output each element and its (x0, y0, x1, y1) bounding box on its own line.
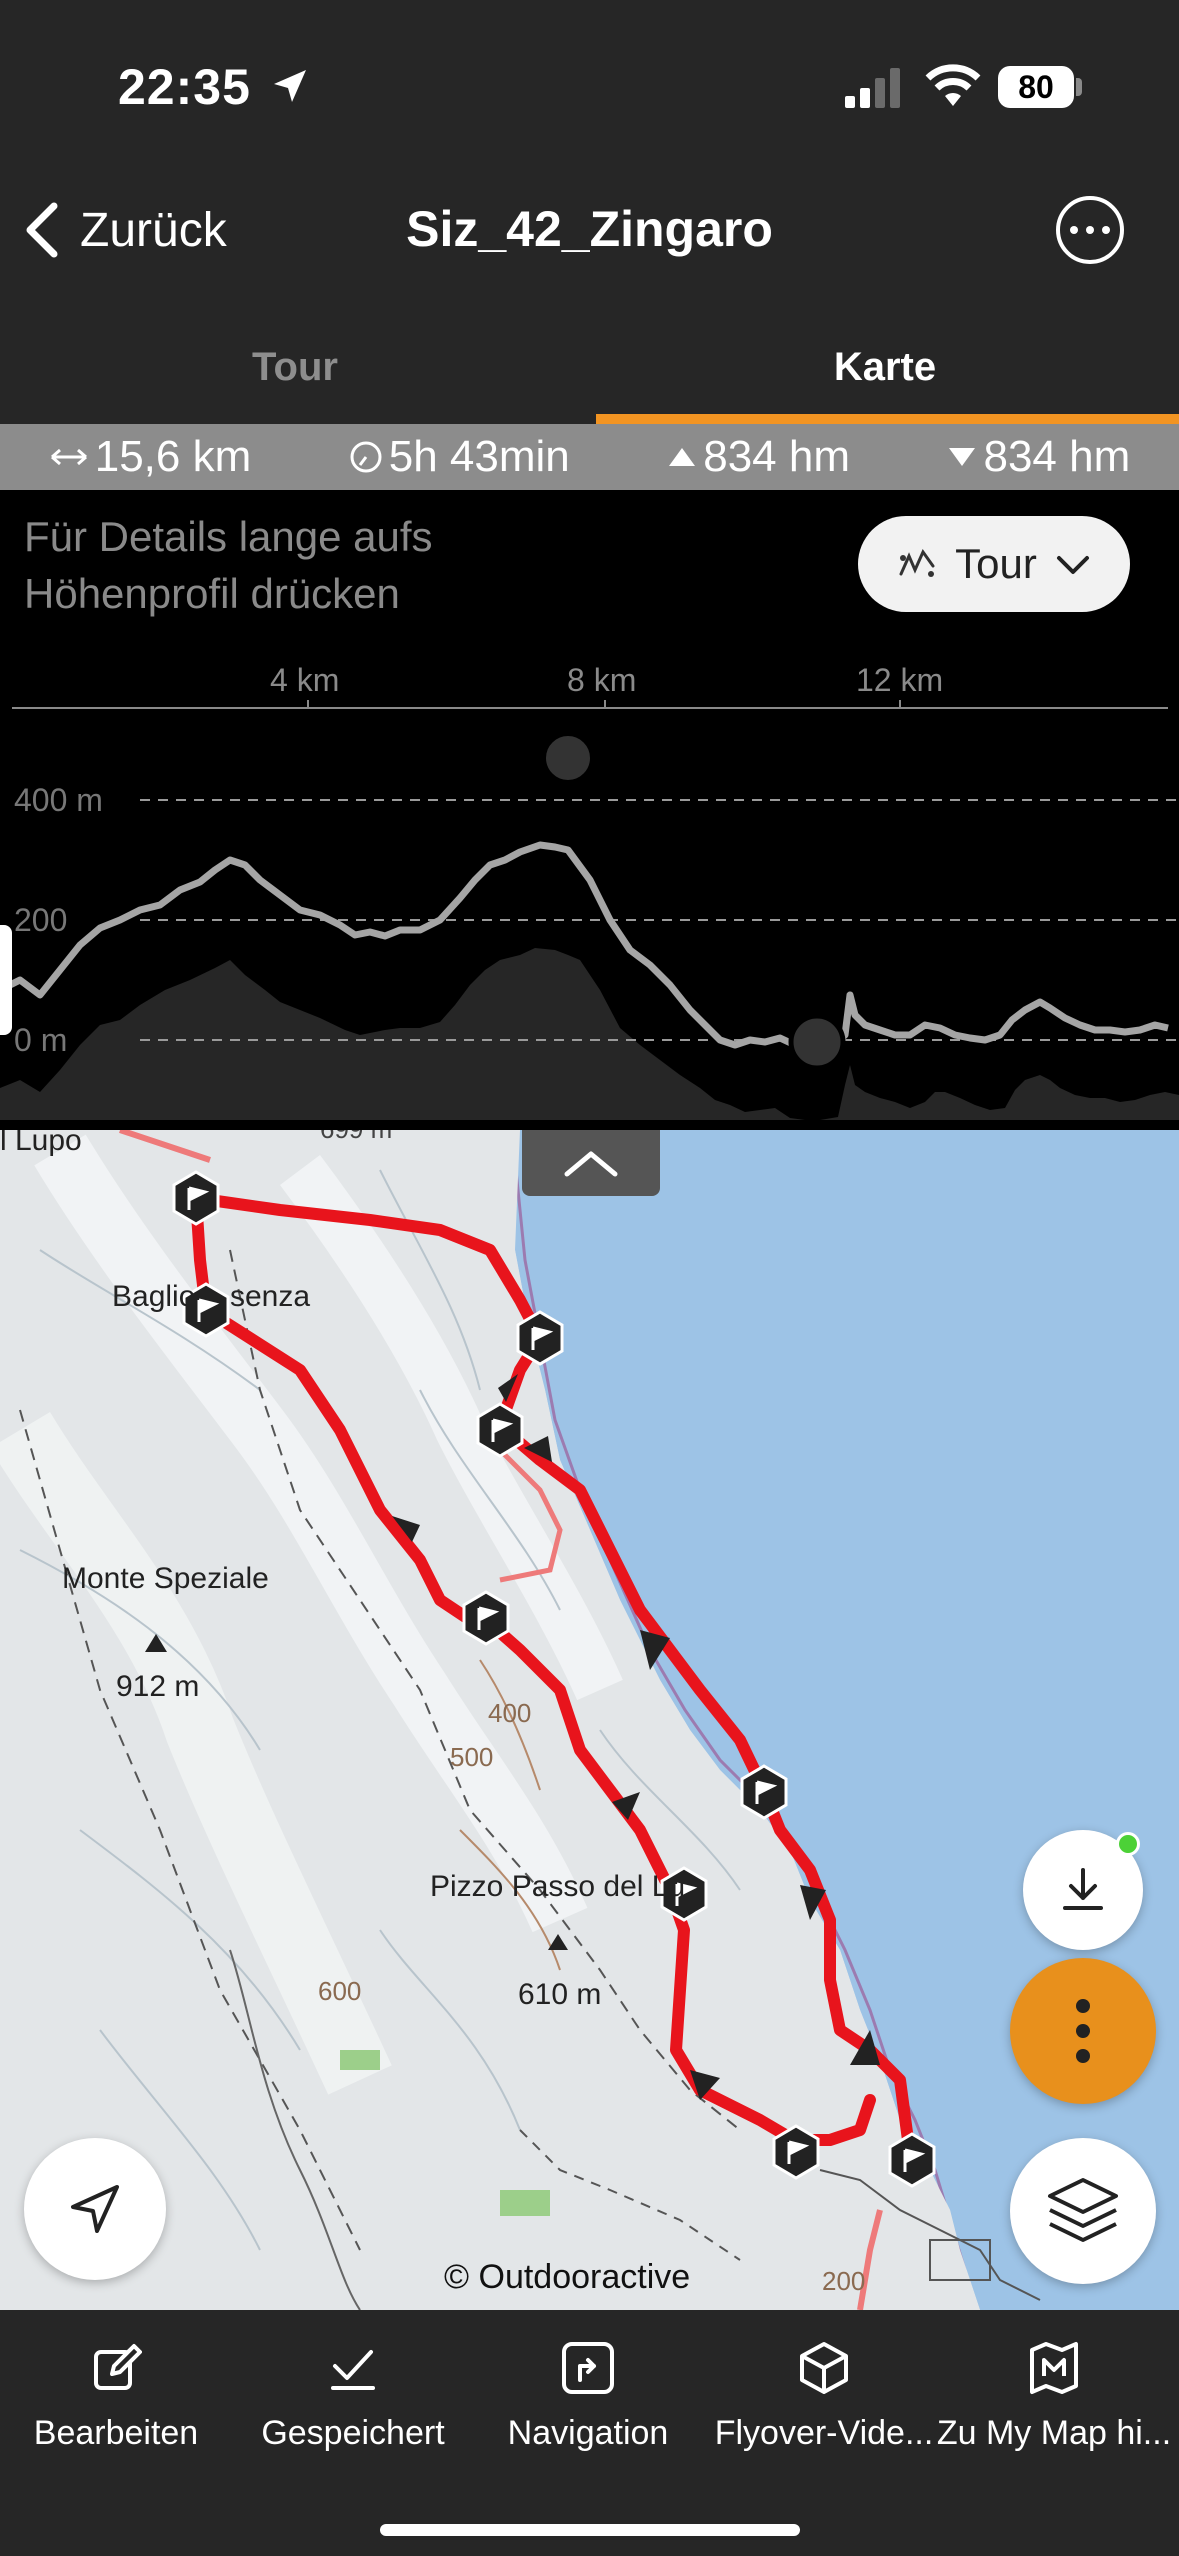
layers-icon (1048, 2178, 1118, 2242)
contour-label: 500 (450, 1742, 494, 1772)
locate-me-button[interactable] (24, 2138, 166, 2280)
my-map-icon (1030, 2342, 1078, 2394)
peak-elevation-label: 610 m (518, 1978, 602, 2011)
ascent-value: 834 hm (703, 432, 850, 481)
action-label: Flyover-Vide... (714, 2414, 934, 2452)
more-options-button[interactable] (1056, 196, 1124, 264)
distance-arrows-icon (50, 448, 87, 466)
peak-label-monte-speziale: Monte Speziale (62, 1562, 269, 1595)
chevron-up-icon (564, 1151, 618, 1177)
tab-tour[interactable]: Tour (0, 310, 590, 424)
peak-elevation-label: 912 m (116, 1670, 200, 1703)
download-icon (1063, 1868, 1103, 1910)
location-arrow-icon (71, 2185, 119, 2233)
download-status-dot (1116, 1832, 1140, 1856)
action-label: Gespeichert (261, 2414, 445, 2452)
active-tab-indicator (596, 414, 1179, 424)
duration-value: 5h 43min (388, 432, 570, 481)
stat-distance: 15,6 km (49, 432, 252, 482)
y-tick-label: 200 (14, 902, 68, 938)
more-dot (1086, 226, 1094, 234)
x-tick-label: 4 km (270, 662, 340, 698)
tour-stats-bar: 15,6 km 5h 43min 834 hm 834 hm (0, 424, 1179, 490)
place-label-baglio: Baglio (112, 1280, 196, 1313)
place-label-baglio-suffix: senza (230, 1280, 311, 1313)
distance-value: 15,6 km (94, 432, 252, 481)
action-label: Navigation (507, 2414, 669, 2452)
tab-karte[interactable]: Karte (590, 310, 1179, 424)
page-title: Siz_42_Zingaro (406, 201, 773, 257)
status-time: 22:35 (118, 59, 251, 115)
contour-label: 600 (318, 1976, 362, 2006)
navigation-icon (562, 2342, 614, 2394)
side-drawer-handle[interactable] (0, 925, 12, 1035)
contour-label: 200 (822, 2266, 866, 2296)
elevation-label: 699 m (320, 1130, 392, 1145)
topographic-map[interactable]: l Lupo 699 m Baglio senza Monte Speziale… (0, 1130, 1179, 2310)
route-squiggle-icon (899, 548, 935, 577)
edit-icon (94, 2344, 142, 2390)
battery-tip (1076, 78, 1082, 96)
location-arrow-icon (274, 70, 306, 102)
profile-hint: Für Details lange aufs Höhenprofil drück… (24, 513, 433, 617)
ascent-triangle-icon (669, 448, 696, 466)
bottom-action-bar: Bearbeiten Gespeichert Navigation Flyove… (0, 2310, 1179, 2556)
action-label: Bearbeiten (33, 2414, 199, 2452)
flyover-video-button[interactable]: Flyover-Vide... (714, 2336, 934, 2466)
saved-button[interactable]: Gespeichert (248, 2336, 458, 2466)
navigation-button[interactable]: Navigation (488, 2336, 688, 2466)
y-tick-label: 0 m (14, 1022, 68, 1058)
chevron-down-icon (1056, 556, 1089, 574)
tab-bar: Tour Karte (0, 310, 1179, 424)
battery-level: 80 (998, 66, 1074, 108)
status-bar: 22:35 80 (0, 0, 1179, 170)
stat-duration: 5h 43min (349, 432, 570, 482)
vertical-dots-icon (1076, 1999, 1090, 2063)
more-dot (1102, 226, 1110, 234)
home-indicator[interactable] (380, 2524, 800, 2536)
place-label: l Lupo (0, 1130, 82, 1157)
wifi-icon (925, 64, 981, 106)
map-options-button[interactable] (1010, 1958, 1156, 2104)
edit-button[interactable]: Bearbeiten (16, 2336, 216, 2466)
map-layers-button[interactable] (1010, 2138, 1156, 2284)
y-tick-label: 400 m (14, 782, 103, 818)
clock-icon (350, 441, 382, 473)
descent-value: 834 hm (983, 432, 1131, 481)
collapse-profile-button[interactable] (522, 1130, 660, 1196)
flyover-cube-icon (800, 2342, 848, 2394)
tour-filter-label: Tour (955, 540, 1037, 587)
stat-ascent: 834 hm (667, 432, 850, 482)
x-tick-label: 12 km (856, 662, 944, 698)
saved-check-icon (331, 2350, 375, 2390)
more-dot (1070, 226, 1078, 234)
contour-label: 400 (488, 1698, 532, 1728)
map-attribution: © Outdooractive (444, 2258, 691, 2296)
add-to-my-map-button[interactable]: Zu My Map hi... (937, 2336, 1171, 2466)
action-label: Zu My Map hi... (936, 2414, 1172, 2452)
cellular-signal-icon (845, 68, 900, 108)
x-tick-label: 8 km (567, 662, 637, 698)
stat-descent: 834 hm (947, 432, 1130, 482)
descent-triangle-icon (949, 448, 976, 466)
nav-header: Zurück Siz_42_Zingaro (0, 170, 1179, 290)
tour-filter-dropdown[interactable]: Tour (858, 516, 1130, 612)
peak-label-pizzo-passo: Pizzo Passo del Lu (430, 1870, 686, 1903)
elevation-profile[interactable]: Für Details lange aufs Höhenprofil drück… (0, 490, 1179, 1130)
